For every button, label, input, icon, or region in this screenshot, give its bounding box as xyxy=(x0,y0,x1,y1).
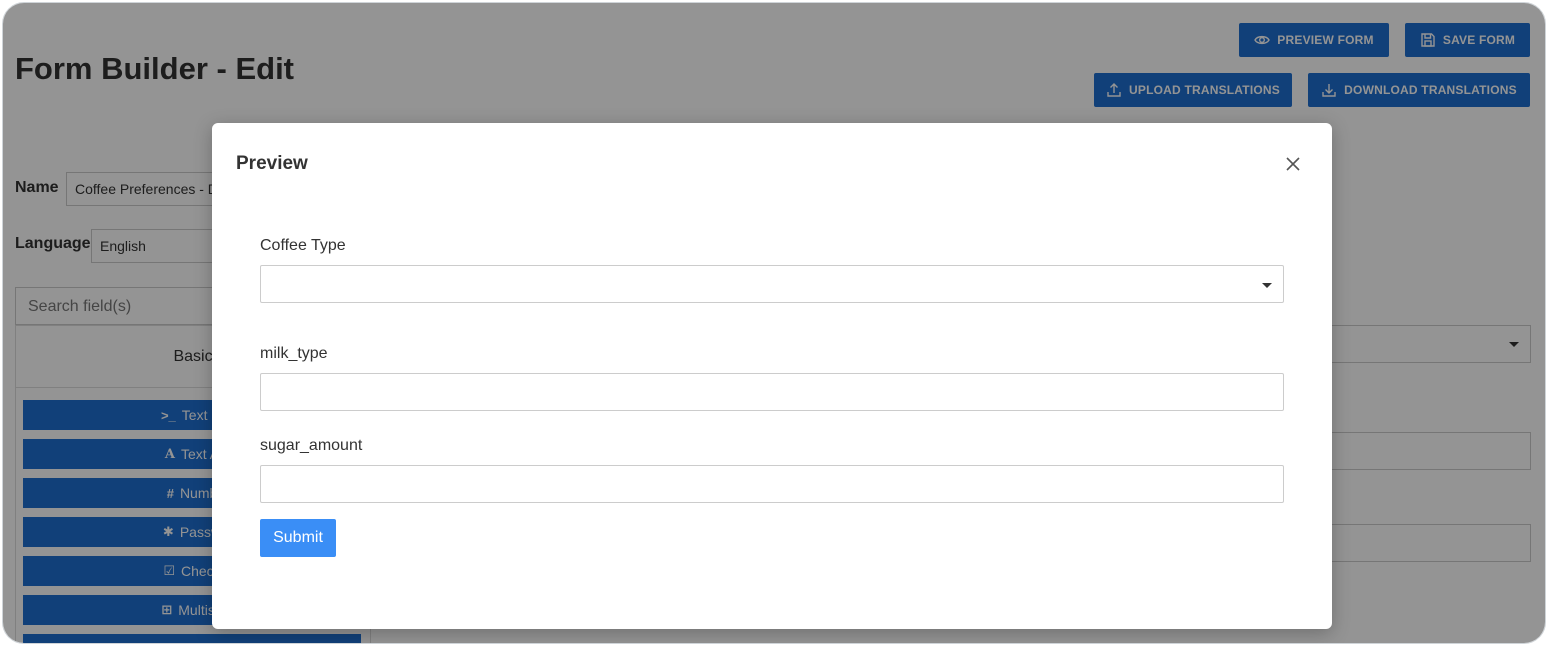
sugar-amount-label: sugar_amount xyxy=(260,437,363,454)
milk-type-input[interactable] xyxy=(260,373,1284,411)
chevron-down-icon xyxy=(1262,283,1272,288)
sugar-amount-input[interactable] xyxy=(260,465,1284,503)
milk-type-label: milk_type xyxy=(260,345,328,362)
submit-button[interactable]: Submit xyxy=(260,519,336,557)
modal-title: Preview xyxy=(236,153,308,174)
coffee-type-label: Coffee Type xyxy=(260,237,346,254)
app-window: Form Builder - Edit PREVIEW FORM SAVE FO… xyxy=(2,2,1546,644)
coffee-type-select[interactable] xyxy=(260,265,1284,303)
preview-modal: Preview Coffee Type milk_type sugar_amou… xyxy=(212,123,1332,629)
close-icon[interactable] xyxy=(1282,153,1304,175)
